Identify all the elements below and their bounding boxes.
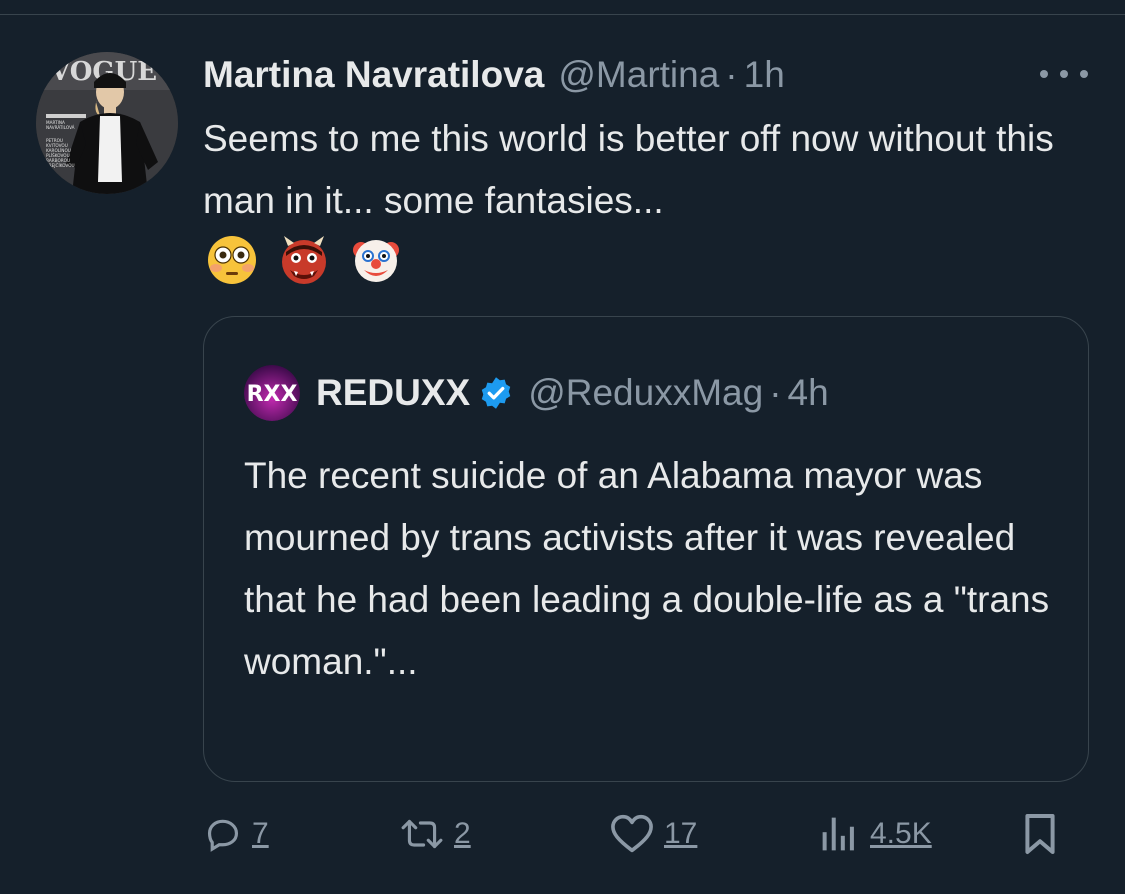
retweet-button[interactable]: 2 (400, 810, 471, 858)
verified-badge-icon[interactable] (478, 375, 514, 411)
tweet-emojis (206, 234, 402, 290)
retweet-count[interactable]: 2 (454, 817, 471, 851)
like-button[interactable]: 17 (610, 810, 697, 858)
bookmark-button[interactable] (1022, 810, 1058, 858)
views-chart-icon (822, 817, 854, 851)
quoted-tweet[interactable]: RXX REDUXX @ReduxxMag · 4h The recent su… (203, 316, 1089, 782)
tweet: VOGUE MARTINA NAVRÁTILOVÁ PETROU KVITOVO… (0, 0, 1125, 894)
more-options-button[interactable] (1040, 60, 1088, 88)
svg-text:NAVRÁTILOVÁ: NAVRÁTILOVÁ (46, 125, 75, 130)
bookmark-icon (1025, 814, 1055, 854)
retweet-icon (401, 819, 443, 849)
avatar-photo: VOGUE MARTINA NAVRÁTILOVÁ PETROU KVITOVO… (36, 52, 178, 194)
action-bar: 7 2 17 4.5K (0, 800, 1125, 870)
tweet-text: Seems to me this world is better off now… (203, 118, 1054, 221)
flushed-face-icon (208, 236, 256, 284)
more-dot-icon (1080, 70, 1088, 78)
svg-text:KREJČÍKOVOU: KREJČÍKOVOU (46, 163, 75, 168)
quoted-tweet-time[interactable]: 4h (788, 372, 829, 414)
clown-face-icon (353, 240, 399, 282)
reply-count[interactable]: 7 (252, 817, 269, 851)
quoted-author-handle[interactable]: @ReduxxMag (528, 372, 763, 414)
quoted-author-name[interactable]: REDUXX (316, 372, 470, 414)
separator-dot: · (725, 54, 738, 95)
tweet-time[interactable]: 1h (744, 54, 785, 96)
heart-icon (611, 814, 653, 853)
quoted-tweet-header: RXX REDUXX @ReduxxMag · 4h (244, 365, 829, 421)
ogre-icon (282, 236, 326, 284)
quoted-separator-dot: · (769, 372, 782, 413)
author-name[interactable]: Martina Navratilova (203, 54, 544, 96)
tweet-header: Martina Navratilova @Martina · 1h (203, 50, 1083, 100)
svg-text:RXX: RXX (247, 382, 298, 407)
quoted-author-avatar[interactable]: RXX (244, 365, 300, 421)
reply-button[interactable]: 7 (204, 810, 269, 858)
more-dot-icon (1040, 70, 1048, 78)
views-count[interactable]: 4.5K (870, 817, 932, 851)
author-avatar[interactable]: VOGUE MARTINA NAVRÁTILOVÁ PETROU KVITOVO… (36, 52, 178, 194)
reply-icon (207, 819, 239, 852)
more-dot-icon (1060, 70, 1068, 78)
reduxx-logo-icon: RXX (244, 365, 300, 421)
quoted-tweet-text: The recent suicide of an Alabama mayor w… (244, 455, 1050, 682)
views-button[interactable]: 4.5K (818, 810, 932, 858)
like-count[interactable]: 17 (664, 817, 697, 851)
author-handle[interactable]: @Martina (558, 54, 719, 96)
